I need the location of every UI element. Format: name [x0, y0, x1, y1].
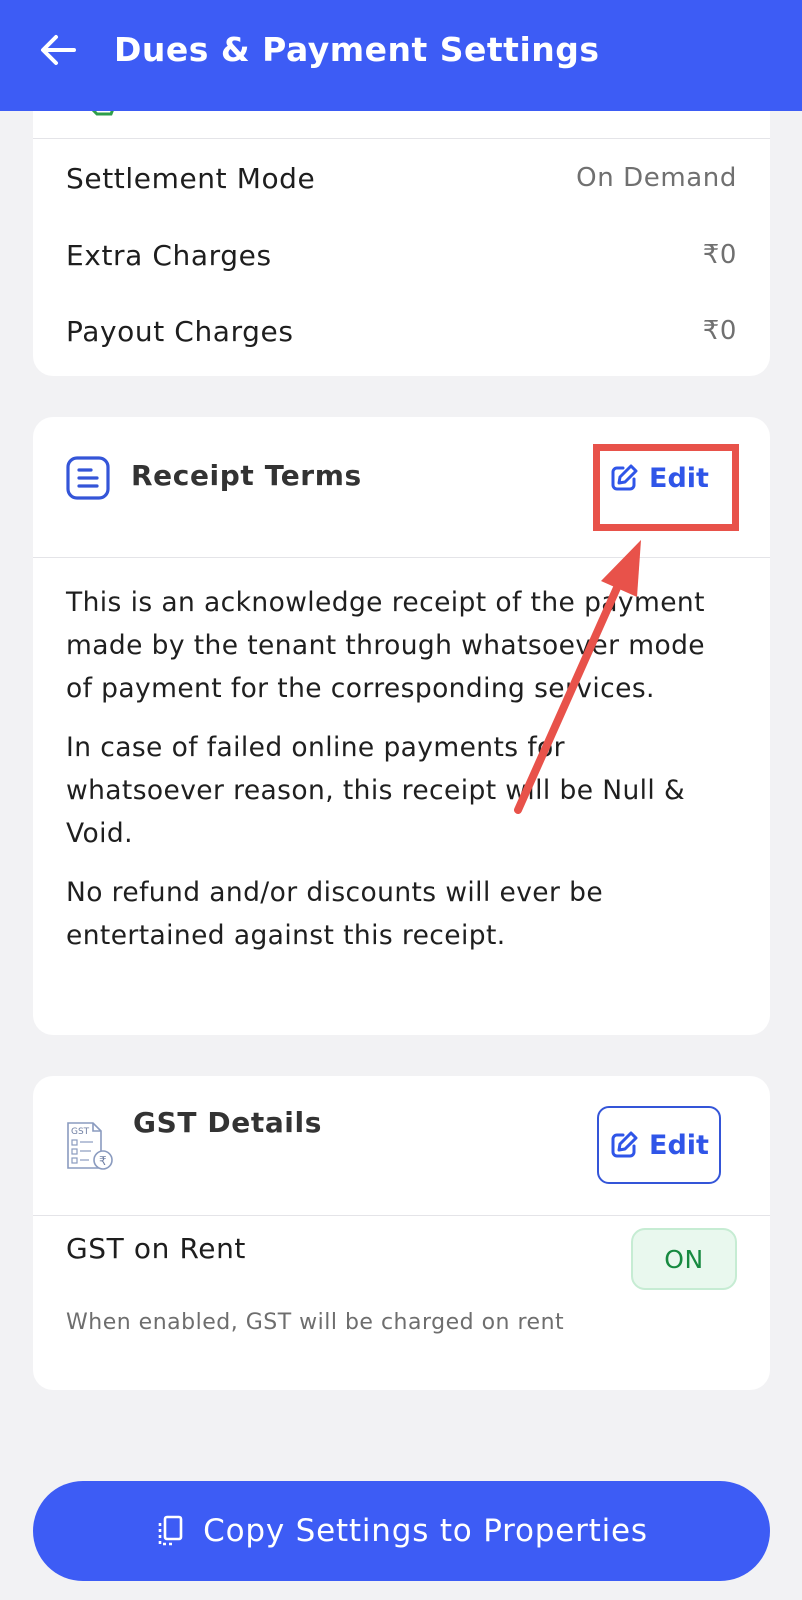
- divider: [33, 1215, 770, 1216]
- back-button[interactable]: [36, 28, 80, 72]
- gst-icon-text: GST: [71, 1127, 90, 1137]
- gst-details-title: GST Details: [133, 1106, 322, 1139]
- svg-text:₹: ₹: [99, 1154, 107, 1168]
- edit-label: Edit: [649, 1129, 709, 1161]
- page-title: Dues & Payment Settings: [114, 30, 600, 69]
- copy-settings-label: Copy Settings to Properties: [203, 1513, 648, 1549]
- payout-charges-row: Payout Charges ₹0: [66, 311, 737, 351]
- payout-charges-value: ₹0: [702, 316, 737, 346]
- divider: [33, 557, 770, 558]
- gst-on-rent-label: GST on Rent: [66, 1232, 247, 1265]
- terms-paragraph: In case of failed online payments for wh…: [66, 732, 686, 849]
- divider: [33, 138, 770, 139]
- gst-hint-text: When enabled, GST will be charged on ren…: [66, 1310, 565, 1335]
- receipt-terms-title: Receipt Terms: [131, 459, 362, 492]
- extra-charges-row: Extra Charges ₹0: [66, 235, 737, 275]
- app-header: Dues & Payment Settings: [0, 0, 802, 111]
- gst-card: GST ₹ GST Details Edit GST on Rent ON Wh…: [33, 1076, 770, 1390]
- payout-charges-label: Payout Charges: [66, 314, 294, 348]
- settlement-mode-value: On Demand: [576, 163, 737, 193]
- gst-on-rent-toggle[interactable]: ON: [631, 1228, 737, 1290]
- receipt-terms-text: This is an acknowledge receipt of the pa…: [66, 581, 730, 973]
- gst-document-icon: GST ₹: [67, 1122, 113, 1170]
- document-icon: [66, 456, 110, 500]
- settlement-mode-row: Settlement Mode On Demand: [66, 158, 737, 198]
- extra-charges-label: Extra Charges: [66, 238, 272, 272]
- edit-icon: [611, 1131, 638, 1158]
- copy-icon: [158, 1515, 183, 1546]
- copy-settings-button[interactable]: Copy Settings to Properties: [33, 1481, 770, 1581]
- terms-paragraph: This is an acknowledge receipt of the pa…: [66, 587, 706, 704]
- terms-paragraph: No refund and/or discounts will ever be …: [66, 877, 604, 951]
- gst-edit-button[interactable]: Edit: [597, 1106, 721, 1184]
- arrow-left-icon: [41, 35, 76, 65]
- annotation-highlight-box: [593, 444, 739, 531]
- settlement-mode-label: Settlement Mode: [66, 161, 316, 195]
- extra-charges-value: ₹0: [702, 240, 737, 270]
